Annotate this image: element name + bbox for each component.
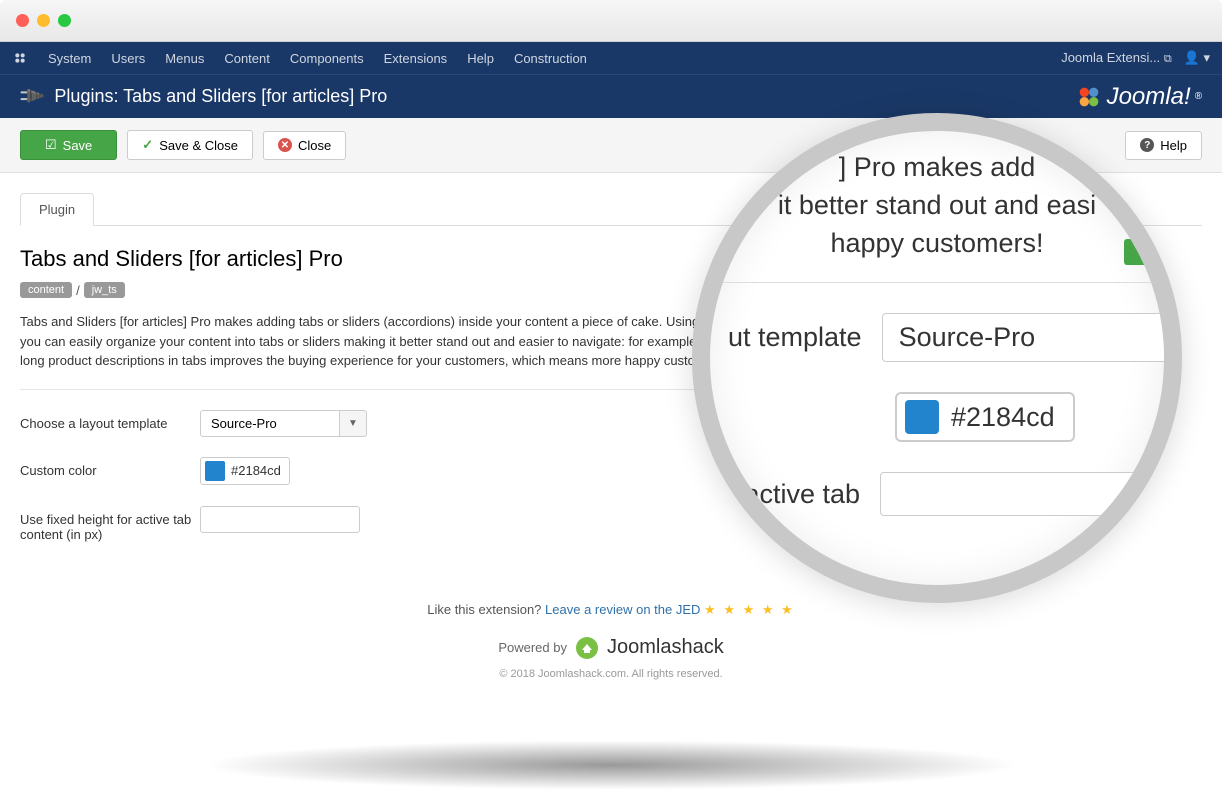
row-color: Custom color #2184cd xyxy=(20,457,800,486)
copyright: © 2018 Joomlashack.com. All rights reser… xyxy=(20,668,1202,680)
powered-by: Powered by Joomlashack xyxy=(20,636,1202,660)
menu-system[interactable]: System xyxy=(48,51,91,66)
plug-icon: 🔌 xyxy=(16,81,47,112)
color-picker[interactable]: #2184cd xyxy=(200,457,290,485)
mag-status-dropdown[interactable] xyxy=(1124,239,1182,265)
site-link[interactable]: Joomla Extensi... ⧉ xyxy=(1061,50,1171,66)
row-height: Use fixed height for active tab content … xyxy=(20,506,800,542)
plugin-title: Tabs and Sliders [for articles] Pro xyxy=(20,246,800,272)
plugin-description: Tabs and Sliders [for articles] Pro make… xyxy=(20,312,800,371)
maximize-window-icon[interactable] xyxy=(58,14,71,27)
close-window-icon[interactable] xyxy=(16,14,29,27)
label-template: Choose a layout template xyxy=(20,410,200,431)
menu-construction[interactable]: Construction xyxy=(514,51,587,66)
save-button[interactable]: ☑ Save xyxy=(20,130,117,160)
minimize-window-icon[interactable] xyxy=(37,14,50,27)
save-close-button[interactable]: ✓ Save & Close xyxy=(127,130,253,160)
row-template: Choose a layout template Source-Pro ▼ xyxy=(20,410,800,437)
admin-top-menu: System Users Menus Content Components Ex… xyxy=(0,42,1222,74)
review-link[interactable]: Leave a review on the JED xyxy=(545,602,700,617)
footer-like-text: Like this extension? xyxy=(427,602,541,617)
page-title: Plugins: Tabs and Sliders [for articles]… xyxy=(54,86,387,107)
mag-height-input[interactable] xyxy=(880,472,1174,516)
height-input[interactable] xyxy=(200,506,360,533)
menu-help[interactable]: Help xyxy=(467,51,494,66)
close-button[interactable]: ✕ Close xyxy=(263,131,346,160)
user-menu-icon[interactable]: 👤 ▾ xyxy=(1184,50,1210,66)
joomla-mark-icon xyxy=(1075,83,1103,111)
color-value: #2184cd xyxy=(231,463,281,478)
divider xyxy=(20,389,800,390)
tab-plugin[interactable]: Plugin xyxy=(20,193,94,226)
check-icon: ✓ xyxy=(142,137,153,153)
mag-template-select[interactable]: Source-Pro xyxy=(882,313,1174,362)
badge-separator: / xyxy=(76,283,80,298)
save-icon: ☑ xyxy=(45,137,57,153)
template-select-value: Source-Pro xyxy=(200,410,340,437)
joomlashack-icon xyxy=(575,636,599,660)
mag-label-height: r active tab xyxy=(720,479,860,510)
menu-users[interactable]: Users xyxy=(111,51,145,66)
menu-menus[interactable]: Menus xyxy=(165,51,204,66)
mac-titlebar xyxy=(0,0,1222,42)
chevron-down-icon: ▼ xyxy=(340,410,367,437)
joomla-logo: Joomla!® xyxy=(1075,83,1202,111)
joomlashack-text: Joomlashack xyxy=(607,636,724,659)
external-link-icon: ⧉ xyxy=(1164,53,1172,65)
badge-type: content xyxy=(20,282,72,298)
label-color: Custom color xyxy=(20,457,200,478)
plugin-badges: content / jw_ts xyxy=(20,282,800,298)
mag-color-picker[interactable]: #2184cd xyxy=(895,392,1075,442)
bottom-shadow xyxy=(201,740,1021,790)
joomla-icon[interactable] xyxy=(12,50,28,66)
mac-window: System Users Menus Content Components Ex… xyxy=(0,0,1222,720)
content-area: Plugin Tabs and Sliders [for articles] P… xyxy=(0,173,1222,720)
mag-color-value: #2184cd xyxy=(951,402,1055,433)
menu-components[interactable]: Components xyxy=(290,51,364,66)
color-swatch xyxy=(205,461,225,481)
magnifier-overlay: ] Pro makes add it better stand out and … xyxy=(692,113,1182,603)
menu-extensions[interactable]: Extensions xyxy=(384,51,448,66)
mag-color-swatch xyxy=(905,400,939,434)
menu-content[interactable]: Content xyxy=(224,51,270,66)
template-select[interactable]: Source-Pro ▼ xyxy=(200,410,367,437)
label-height: Use fixed height for active tab content … xyxy=(20,506,200,542)
mag-description: ] Pro makes add it better stand out and … xyxy=(710,131,1164,272)
badge-name: jw_ts xyxy=(84,282,125,298)
page-header: 🔌 Plugins: Tabs and Sliders [for article… xyxy=(0,74,1222,118)
cancel-icon: ✕ xyxy=(278,138,292,152)
mag-label-template: ut template xyxy=(720,322,862,353)
star-rating: ★ ★ ★ ★ ★ xyxy=(704,602,795,617)
